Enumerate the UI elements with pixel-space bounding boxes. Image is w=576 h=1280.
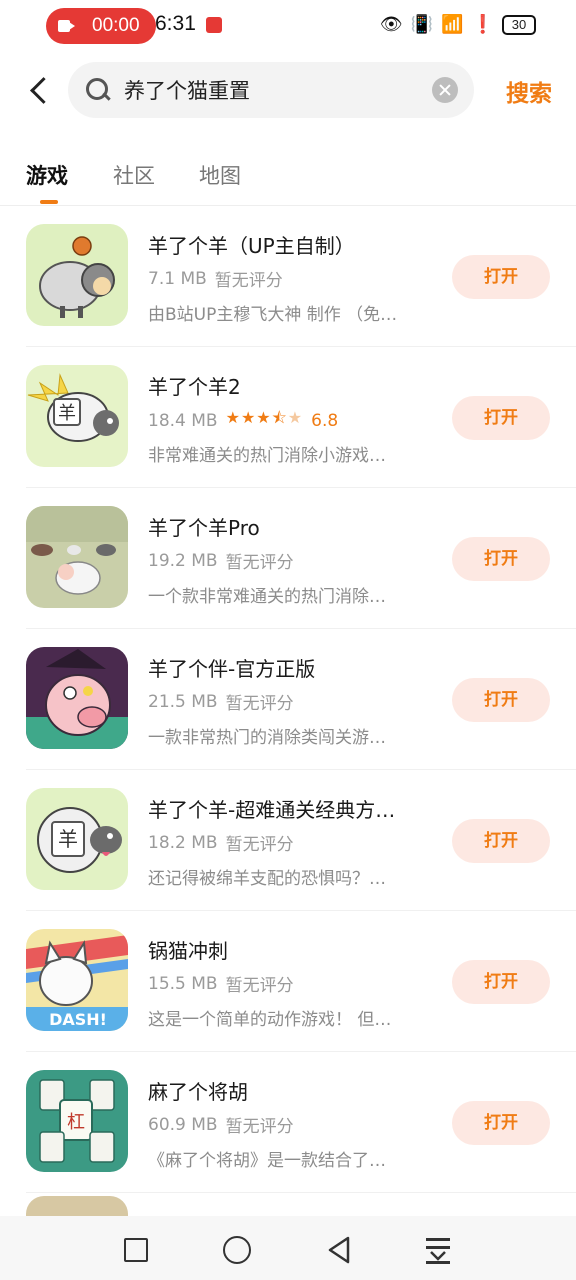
screen-record-indicator[interactable]: 00:00 [46,8,156,44]
home-button[interactable] [223,1236,251,1264]
app-name: 羊了个羊-超难通关经典方… [148,798,396,822]
app-size: 60.9 MB [148,1114,218,1135]
app-icon: 杠 [26,1070,128,1172]
app-rating: 6.8 [311,410,339,431]
app-size: 21.5 MB [148,691,218,712]
tab-maps[interactable]: 地图 [199,160,241,190]
back-nav-button[interactable] [326,1236,354,1264]
app-meta: 7.1 MB 暂无评分 [148,266,283,292]
app-meta: 60.9 MB 暂无评分 [148,1112,294,1138]
recents-button[interactable] [124,1238,148,1262]
app-name: 羊了个羊2 [148,375,241,399]
navigation-bar [0,1216,576,1280]
clock: 6:31 [155,12,196,35]
app-description: 一款非常热门的消除类闯关游… [148,728,386,748]
app-rating-text: 暂无评分 [225,976,294,996]
app-name: 锅猫冲刺 [148,939,228,963]
status-bar: 00:00 6:31 👁 📳 📶 ❗ 30 [0,0,576,52]
open-button[interactable]: 打开 [452,960,550,1004]
tile-text: 羊 [58,827,78,851]
app-description: 还记得被绵羊支配的恐惧吗？… [148,869,386,889]
tab-games[interactable]: 游戏 [26,160,68,190]
app-rating-text: 暂无评分 [214,271,283,291]
open-button[interactable]: 打开 [452,1101,550,1145]
app-name: 羊了个伴-官方正版 [148,657,316,681]
app-icon [26,224,128,326]
search-box[interactable]: 养了个猫重置 [68,62,474,118]
camera-icon [58,19,76,33]
app-name: 羊了个羊（UP主自制） [148,234,355,258]
search-icon [86,78,110,102]
app-rating-text: 暂无评分 [225,553,294,573]
notification-shade-button[interactable] [426,1236,450,1264]
app-meta: 15.5 MB 暂无评分 [148,971,294,997]
app-size: 18.4 MB [148,410,218,431]
list-item[interactable]: DASH! 锅猫冲刺 15.5 MB 暂无评分 这是一个简单的动作游戏！ 但… … [0,911,576,1052]
app-size: 19.2 MB [148,550,218,571]
tab-bar: 游戏 社区 地图 [0,156,576,206]
app-meta: 19.2 MB 暂无评分 [148,548,294,574]
rating-stars: ★★★⯪★ [225,408,304,427]
open-button[interactable]: 打开 [452,255,550,299]
list-item[interactable]: 羊了个伴-官方正版 21.5 MB 暂无评分 一款非常热门的消除类闯关游… 打开 [0,629,576,770]
eye-icon: 👁 [379,14,403,35]
list-item[interactable]: 羊 羊了个羊-超难通关经典方… 18.2 MB 暂无评分 还记得被绵羊支配的恐惧… [0,770,576,911]
record-time: 00:00 [92,15,140,36]
app-icon [26,647,128,749]
app-description: 这是一个简单的动作游戏！ 但… [148,1010,392,1030]
notification-icon [206,17,222,33]
clear-icon[interactable] [432,77,458,103]
app-icon: DASH! [26,929,128,1031]
wifi-icon: 📶 [441,14,464,35]
app-icon-partial [26,1196,128,1216]
vibrate-icon: 📳 [410,14,434,35]
alert-icon: ❗ [471,14,494,35]
status-icons: 👁 📳 📶 ❗ 30 [380,12,536,38]
app-meta: 18.2 MB 暂无评分 [148,830,294,856]
list-item[interactable]: 羊 羊了个羊2 18.4 MB ★★★⯪★ 6.8 非常难通关的热门消除小游戏…… [0,347,576,488]
app-size: 7.1 MB [148,268,207,289]
open-button[interactable]: 打开 [452,819,550,863]
icon-text: DASH! [49,1010,107,1029]
app-meta: 18.4 MB ★★★⯪★ 6.8 [148,407,338,434]
list-item[interactable]: 羊了个羊Pro 19.2 MB 暂无评分 一个款非常难通关的热门消除… 打开 [0,488,576,629]
tab-community[interactable]: 社区 [113,160,155,190]
app-description: 一个款非常难通关的热门消除… [148,587,386,607]
tile-text: 羊 [58,403,76,424]
back-button[interactable] [24,72,56,108]
app-meta: 21.5 MB 暂无评分 [148,689,294,715]
app-description: 非常难通关的热门消除小游戏… [148,446,386,466]
search-input[interactable]: 养了个猫重置 [124,75,432,105]
tab-indicator [40,200,58,204]
open-button[interactable]: 打开 [452,396,550,440]
app-rating-text: 暂无评分 [225,835,294,855]
search-header: 养了个猫重置 搜索 [0,58,576,122]
app-icon: 羊 [26,365,128,467]
app-rating-text: 暂无评分 [225,694,294,714]
list-item[interactable]: 杠 麻了个将胡 60.9 MB 暂无评分 《麻了个将胡》是一款结合了… 打开 [0,1052,576,1193]
divider [26,1192,576,1193]
open-button[interactable]: 打开 [452,537,550,581]
app-description: 《麻了个将胡》是一款结合了… [148,1151,386,1171]
app-icon: 羊 [26,788,128,890]
app-name: 羊了个羊Pro [148,516,260,540]
battery-icon: 30 [502,15,536,35]
app-size: 18.2 MB [148,832,218,853]
app-name: 麻了个将胡 [148,1080,248,1104]
app-list: 羊了个羊（UP主自制） 7.1 MB 暂无评分 由B站UP主穆飞大神 制作 （免… [0,206,576,1193]
app-icon [26,506,128,608]
open-button[interactable]: 打开 [452,678,550,722]
list-item[interactable]: 羊了个羊（UP主自制） 7.1 MB 暂无评分 由B站UP主穆飞大神 制作 （免… [0,206,576,347]
search-button[interactable]: 搜索 [506,74,552,108]
app-size: 15.5 MB [148,973,218,994]
app-rating-text: 暂无评分 [225,1117,294,1137]
app-description: 由B站UP主穆飞大神 制作 （免… [148,305,398,325]
tile-text: 杠 [67,1112,85,1133]
